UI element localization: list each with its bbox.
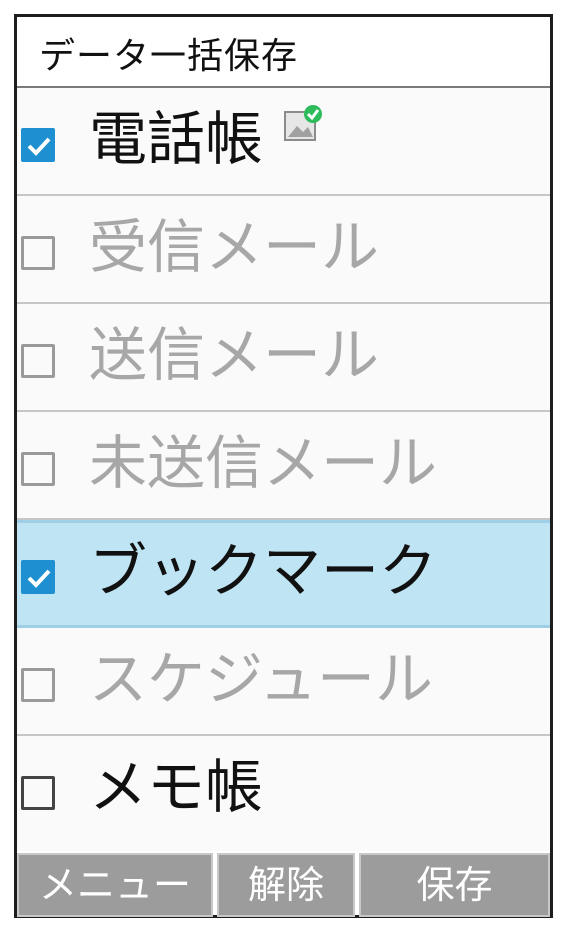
softkey-menu[interactable]: メニュー xyxy=(17,853,213,917)
softkey-bar: メニュー 解除 保存 xyxy=(17,851,550,917)
data-type-list: 電話帳 受信メール 送信メール 未送信メール ブックマーク スケジュール メモ帳 xyxy=(17,88,550,844)
checkbox-checked[interactable] xyxy=(21,560,55,594)
page-title: データ一括保存 xyxy=(39,36,299,77)
list-item-schedule[interactable]: スケジュール xyxy=(17,628,550,736)
softkey-clear[interactable]: 解除 xyxy=(217,853,355,917)
list-item-sent-mail[interactable]: 送信メール xyxy=(17,304,550,412)
list-item-received-mail[interactable]: 受信メール xyxy=(17,196,550,304)
screen-frame: データ一括保存 電話帳 受信メール 送信メール 未送信メール ブックマーク スケ… xyxy=(14,14,553,918)
list-item-label: 電話帳 xyxy=(89,105,264,173)
list-item-label: 受信メール xyxy=(89,213,380,281)
title-bar: データ一括保存 xyxy=(17,17,550,88)
list-item-phonebook[interactable]: 電話帳 xyxy=(17,88,550,196)
list-item-label: 送信メール xyxy=(89,321,380,389)
checkbox-unchecked[interactable] xyxy=(21,776,55,810)
checkbox-unchecked[interactable] xyxy=(21,344,55,378)
list-item-bookmark[interactable]: ブックマーク xyxy=(17,520,550,628)
checkbox-unchecked[interactable] xyxy=(21,668,55,702)
list-item-label: 未送信メール xyxy=(89,429,438,497)
image-with-green-check-icon xyxy=(283,104,323,144)
checkbox-unchecked[interactable] xyxy=(21,236,55,270)
list-item-memo[interactable]: メモ帳 xyxy=(17,736,550,844)
softkey-save[interactable]: 保存 xyxy=(359,853,550,917)
list-item-unsent-mail[interactable]: 未送信メール xyxy=(17,412,550,520)
list-item-label: ブックマーク xyxy=(89,537,438,605)
checkbox-checked[interactable] xyxy=(21,128,55,162)
list-item-label: メモ帳 xyxy=(89,753,264,821)
checkbox-unchecked[interactable] xyxy=(21,452,55,486)
list-item-label: スケジュール xyxy=(89,645,433,713)
